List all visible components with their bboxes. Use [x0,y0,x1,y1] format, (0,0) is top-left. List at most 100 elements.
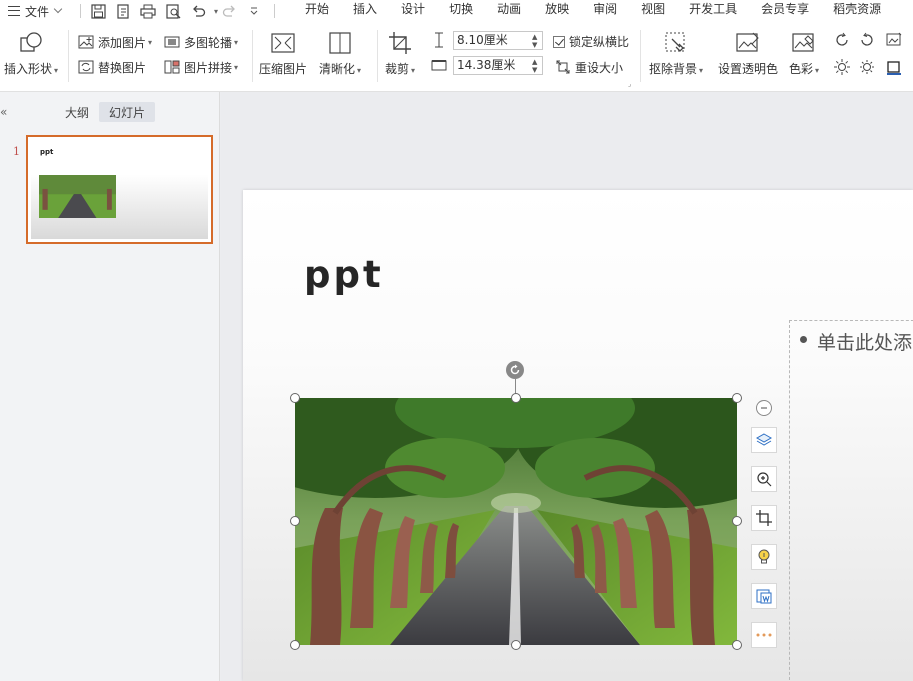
tab-home[interactable]: 开始 [293,0,341,22]
tab-developer[interactable]: 开发工具 [677,0,749,22]
picture-ideas-button[interactable] [751,544,777,570]
resize-handle-top-left[interactable] [290,393,300,403]
slide-title[interactable]: ppt [304,253,384,296]
crop-label-wrap: 裁剪 ▾ [385,60,415,77]
tab-outline[interactable]: 大纲 [55,102,99,122]
print-button[interactable] [137,1,159,21]
rotate-left-button[interactable] [833,31,851,52]
tab-insert[interactable]: 插入 [341,0,389,22]
tab-slideshow[interactable]: 放映 [533,0,581,22]
quick-access-toolbar: ▾ [74,0,281,22]
resize-handle-bottom-left[interactable] [290,640,300,650]
resize-handle-bottom-right[interactable] [732,640,742,650]
rotate-handle[interactable] [506,361,524,379]
clarify-label: 清晰化 [319,62,356,76]
print-preview-button[interactable] [162,1,184,21]
size-dialog-launcher-icon[interactable]: ⌟ [628,80,631,88]
file-menu[interactable]: 文件 [0,0,74,22]
content-placeholder[interactable]: 单击此处添 [789,320,913,681]
compress-picture-button[interactable]: 压缩图片 [259,28,307,77]
spin-down-icon[interactable]: ▼ [532,41,540,49]
crop-picture-button[interactable] [751,505,777,531]
rotate-right-button[interactable] [858,31,876,52]
hamburger-icon [8,6,20,16]
slide[interactable]: ppt 单击此处添 [243,190,913,681]
save-button[interactable] [87,1,109,21]
customize-toolbar-button[interactable] [243,1,265,21]
reset-size-label: 重设大小 [575,60,624,75]
export-pdf-button[interactable] [112,1,134,21]
dropdown-arrow-icon: ▾ [148,37,153,47]
decrease-brightness-button[interactable] [858,58,876,79]
tab-transitions[interactable]: 切换 [437,0,485,22]
add-picture-button[interactable]: 添加图片 ▾ [77,32,152,52]
tab-slides[interactable]: 幻灯片 [99,102,156,122]
dropdown-arrow-icon: ▾ [699,66,704,75]
slide-thumbnail[interactable]: ppt [26,135,213,244]
redo-icon [222,5,235,17]
remove-background-label: 抠除背景 [649,62,698,76]
resize-handle-bottom[interactable] [511,640,521,650]
reset-size-button[interactable]: 重设大小 [554,57,623,77]
spin-up-icon[interactable]: ▲ [532,58,540,66]
ocr-icon [756,589,772,604]
clarify-label-wrap: 清晰化 ▾ [319,60,361,77]
collapse-toolbar-button[interactable] [756,400,772,416]
undo-button[interactable] [187,1,209,21]
picture-mosaic-button[interactable]: 图片拼接 ▾ [163,57,238,77]
tree-road-picture [295,398,737,645]
redo-button[interactable] [218,1,240,21]
selected-picture[interactable] [295,398,737,645]
chevron-down-icon [250,7,258,15]
tab-docer-resources[interactable]: 稻壳资源 [821,0,893,22]
picture-effects-button[interactable] [885,31,903,52]
set-transparent-color-button[interactable]: 设置透明色 [718,28,778,77]
remove-background-icon [665,32,685,52]
zoom-picture-button[interactable] [751,466,777,492]
resize-handle-left[interactable] [290,516,300,526]
print-preview-icon [165,3,180,19]
spin-up-icon[interactable]: ▲ [532,33,540,41]
picture-to-text-button[interactable] [751,583,777,609]
slide-panel: « 大纲 幻灯片 1 ppt [0,92,220,681]
spin-down-icon[interactable]: ▼ [532,66,540,74]
tab-animations[interactable]: 动画 [485,0,533,22]
layer-order-button[interactable] [751,427,777,453]
tab-view[interactable]: 视图 [629,0,677,22]
color-icon-wrap [789,28,819,58]
compress-icon [271,33,295,53]
picture-mosaic-label: 图片拼接 [184,60,233,75]
width-input[interactable]: 14.38厘米 ▲ ▼ [453,56,543,75]
lock-aspect-label: 锁定纵横比 [569,35,630,49]
tab-review[interactable]: 审阅 [581,0,629,22]
tab-member[interactable]: 会员专享 [749,0,821,22]
insert-shape-button[interactable]: 插入形状 ▾ [4,28,58,77]
collapse-panel-button[interactable]: « [0,105,7,119]
brightness-up-icon [834,59,850,75]
increase-brightness-button[interactable] [833,58,851,79]
color-button[interactable]: 色彩 ▾ [789,28,819,77]
tab-design[interactable]: 设计 [389,0,437,22]
multi-carousel-button[interactable]: 多图轮播 ▾ [163,32,238,52]
crop-icon-wrap [385,28,415,58]
remove-bg-icon-wrap [661,28,691,58]
editing-canvas: ppt 单击此处添 [221,92,913,681]
save-icon [90,3,106,19]
clarify-icon [329,32,351,54]
separator [377,30,378,82]
resize-handle-top-right[interactable] [732,393,742,403]
clarify-button[interactable]: 清晰化 ▾ [319,28,361,77]
height-value: 8.10厘米 [457,33,508,47]
undo-icon [192,5,205,17]
resize-handle-right[interactable] [732,516,742,526]
lock-aspect-checkbox[interactable]: 锁定纵横比 [553,33,629,50]
resize-handle-top[interactable] [511,393,521,403]
replace-picture-button[interactable]: 替换图片 [77,57,146,77]
shape-icon-wrap [16,28,46,58]
picture-border-button[interactable] [886,60,902,79]
crop-button[interactable]: 裁剪 ▾ [385,28,415,77]
height-input[interactable]: 8.10厘米 ▲ ▼ [453,31,543,50]
remove-background-button[interactable]: 抠除背景 ▾ [649,28,703,77]
brightness-down-icon [860,60,874,74]
more-options-button[interactable] [751,622,777,648]
